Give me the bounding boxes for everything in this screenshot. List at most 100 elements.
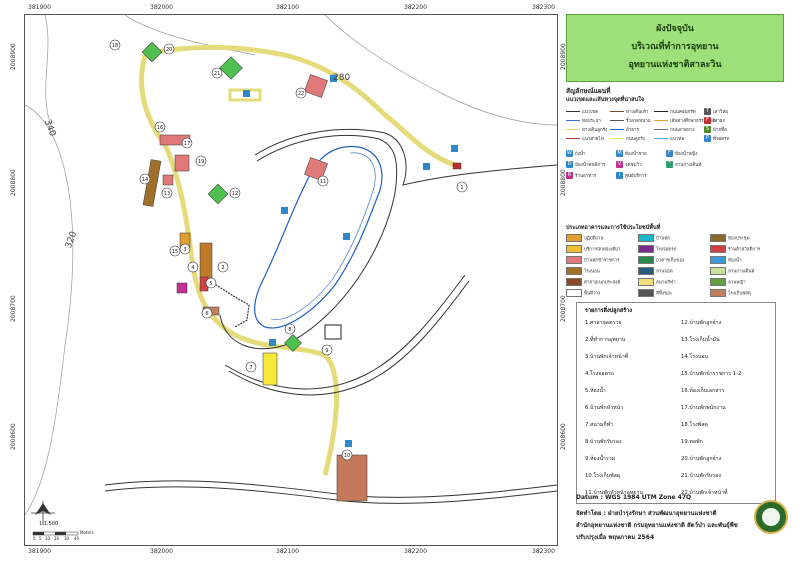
area-legend-label: ที่ทิ้งขยะ (656, 291, 673, 297)
building-list-item: 20.บ้านพักลูกจ้าง (681, 456, 722, 462)
icon-legend-item: F ห้องน้ำหญิง (666, 150, 697, 157)
icon-legend-item: S ป้ายชื่อ (704, 126, 727, 133)
building-label-number: 7 (249, 365, 252, 371)
line-legend-label: ทางเดินลูกรัง (582, 128, 608, 133)
icon-legend-item: i ศูนย์บริการ (616, 172, 647, 179)
building-label-number: 10 (344, 453, 350, 459)
area-legend-item: อาคารเก็บของ (638, 256, 684, 264)
icon-legend-item: M ห้องน้ำชาย (616, 150, 647, 157)
line-legend-label: รั้วลวดหนาม (626, 119, 651, 124)
area-swatch (566, 234, 582, 242)
parking-icon (269, 339, 276, 346)
area-legend-label: ร้านค้าสวัสดิการ (728, 247, 761, 253)
area-legend-label: สนามกีฬา (656, 280, 676, 286)
area-legend-item: พื้นที่ว่าง (566, 289, 600, 297)
building-label-number: 5 (209, 281, 212, 287)
building-list-item: 1.ศาลาจุดตรวจ (585, 320, 622, 326)
building-label-number: 16 (157, 125, 163, 131)
line-swatch (566, 111, 580, 112)
gravel-road (144, 44, 456, 168)
concrete-road (254, 129, 557, 186)
map-symbol-icon: T (704, 108, 711, 115)
area-legend-item: บ้านพักข้าราชการ (566, 256, 619, 264)
area-legend-label: บริการนักท่องเที่ยว (584, 247, 621, 253)
building-label-number: 2 (221, 265, 224, 271)
area-legend-label: โรงนอน (584, 269, 600, 275)
icon-legend-label: ห้องน้ำคนพิการ (575, 163, 606, 168)
building-label-number: 1 (460, 185, 463, 191)
area-swatch (710, 267, 726, 275)
area-legend-label: โรงเก็บพัสดุ (728, 291, 751, 297)
area-legend-item: ลานจอด (638, 267, 673, 275)
area-legend-item: บริการนักท่องเที่ยว (566, 245, 620, 253)
line-swatch (654, 120, 668, 121)
building-label-number: 13 (164, 191, 170, 197)
map-symbol-icon: D (566, 161, 573, 168)
building-label-number: 9 (325, 348, 328, 354)
campsite-icon (343, 233, 350, 240)
credit-3: ปรับปรุงเมื่อ พฤษภาคม 2564 (576, 534, 655, 541)
area-legend-item: ร้านค้าสวัสดิการ (710, 245, 760, 253)
grid-y-label: 2008700 (10, 295, 17, 322)
building-9 (324, 324, 342, 340)
title-line-3: อุทยานแห่งชาติสาละวิน (628, 60, 722, 70)
line-legend-item: รั้วลวดหนาม (610, 117, 651, 124)
area-swatch (638, 289, 654, 297)
icon-legend-item: D ห้องน้ำคนพิการ (566, 161, 605, 168)
area-legend-item: ลานหญ้า (710, 278, 746, 286)
line-legend-label: ถนนคอนกรีต (670, 110, 696, 115)
area-legend-item: ห้องประชุม (710, 234, 750, 242)
credit-1: จัดทำโดย : ฝ่ายบำรุงรักษา ส่วนพัฒนาอุทยา… (576, 510, 717, 517)
area-swatch (638, 267, 654, 275)
map-symbol-icon: V (616, 161, 623, 168)
building-2 (199, 242, 213, 280)
parking-icon (345, 440, 352, 447)
area-legend-label: โรงจอดรถ (656, 247, 677, 253)
map-symbol-icon: F (666, 150, 673, 157)
icon-legend-label: ป้ายชื่อ (713, 128, 727, 133)
grid-x-label: 382200 (404, 4, 427, 11)
scale-bar (32, 531, 79, 536)
building-7 (262, 352, 278, 386)
building-list-item: 17.บ้านพักพนักงาน (681, 405, 726, 411)
building-list-item: 8.บ้านพักรับรอง (585, 439, 622, 445)
area-swatch (710, 278, 726, 286)
icon-legend-label: ที่จอดรถ (713, 137, 730, 142)
building-label-number: 22 (298, 91, 304, 97)
parking-icon (423, 163, 430, 170)
building-viewpoint (176, 282, 188, 294)
area-legend-label: ปฏิบัติงาน (584, 236, 604, 242)
icon-legend-item: T เสาวิทยุ (704, 108, 728, 115)
area-legend-item: บ้านพัก (638, 234, 670, 242)
scale-tick: 40 (74, 536, 80, 541)
line-swatch (654, 138, 668, 139)
area-swatch (566, 289, 582, 297)
building-list-item: 19.หอพัก (681, 439, 703, 445)
building-list-item: 10.โรงเก็บพัสดุ (585, 473, 621, 479)
scale-tick: 5 (39, 536, 42, 541)
area-legend-label: ศาลาอเนกประสงค์ (584, 280, 621, 286)
building-label-number: 12 (232, 191, 238, 197)
line-swatch (566, 129, 580, 130)
map-canvas[interactable]: 12345678910111213141516171819202122 (25, 15, 557, 545)
icon-legend-label: ห้องน้ำหญิง (675, 152, 698, 157)
campsite-icon (281, 207, 288, 214)
building-list-item: 14.โรงนอน (681, 354, 709, 360)
area-swatch (710, 256, 726, 264)
area-swatch (566, 267, 582, 275)
map-frame[interactable]: 1 2 3 4 5 6 7 8 9 10 11 12 13 14 15 16 17 18 19 20 21 22 280 … (24, 14, 558, 546)
area-legend-item: ศาลาอเนกประสงค์ (566, 278, 620, 286)
map-symbol-icon: W (566, 150, 573, 157)
area-legend-label: ห้องน้ำ (728, 258, 742, 264)
icon-legend-item: ^ ลานกางเต็นท์ (666, 161, 701, 168)
scale-tick: 30 (64, 536, 70, 541)
building-label-number: 6 (205, 311, 208, 317)
title-line-2: บริเวณที่ทำการอุทยาน (631, 42, 719, 52)
line-swatch (610, 138, 624, 139)
building-list-item: 21.บ้านพักรับรอง (681, 473, 721, 479)
building-list-item: 6.บ้านพักหัวหน้า (585, 405, 624, 411)
area-legend-label: ห้องประชุม (728, 236, 750, 242)
map-symbol-icon: i (616, 172, 623, 179)
line-swatch (566, 120, 580, 121)
line-legend-item: ท่อประปา (566, 117, 601, 124)
